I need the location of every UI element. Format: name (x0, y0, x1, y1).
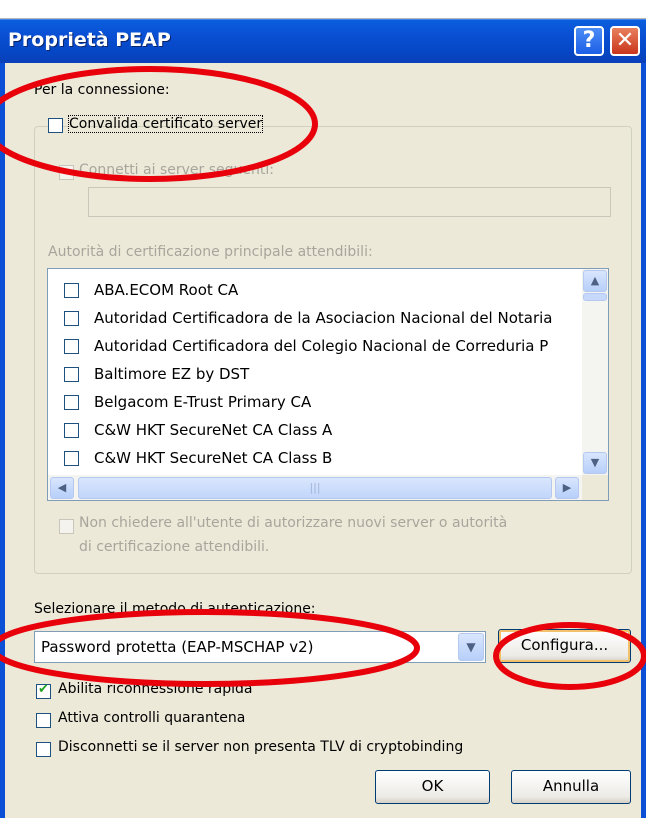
horizontal-scroll-thumb[interactable]: ||| (78, 477, 552, 499)
connect-servers-label: Connetti ai server seguenti: (79, 162, 274, 178)
scrollbar-corner (582, 475, 608, 500)
ca-label: Belgacom E-Trust Primary CA (94, 393, 312, 411)
fast-reconnect-checkbox[interactable] (36, 682, 51, 699)
no-prompt-label-line1: Non chiedere all'utente di autorizzare n… (79, 515, 508, 531)
close-button[interactable]: ✕ (610, 26, 640, 56)
list-item[interactable]: C&W HKT SecureNet CA Class A (48, 417, 583, 445)
ca-label: ABA.ECOM Root CA (94, 281, 239, 299)
ca-checkbox[interactable] (64, 451, 79, 466)
ca-checkbox[interactable] (64, 367, 79, 382)
ca-label: Baltimore EZ by DST (94, 365, 250, 383)
servers-field (88, 187, 611, 217)
scroll-left-button[interactable]: ◀ (50, 477, 74, 499)
chevron-right-icon: ▶ (562, 481, 572, 494)
peap-properties-dialog: Proprietà PEAP ? ✕ Per la connessione: C… (0, 0, 646, 818)
window-frame-left (0, 63, 5, 818)
scroll-right-button[interactable]: ▶ (555, 477, 579, 499)
ok-button-label: OK (421, 777, 444, 795)
trusted-ca-label: Autorità di certificazione principale at… (48, 244, 373, 260)
quarantine-checkbox[interactable] (36, 713, 51, 728)
no-prompt-label-line2: di certificazione attendibili. (79, 539, 270, 555)
close-icon: ✕ (615, 28, 635, 53)
scroll-down-button[interactable]: ▼ (583, 452, 607, 474)
window-title: Proprietà PEAP (8, 29, 171, 51)
no-prompt-checkbox (59, 519, 74, 534)
ca-checkbox[interactable] (64, 283, 79, 298)
title-bar[interactable]: Proprietà PEAP ? ✕ (0, 19, 646, 63)
vertical-scroll-thumb[interactable] (583, 293, 607, 301)
cryptobinding-label[interactable]: Disconnetti se il server non presenta TL… (58, 739, 463, 755)
ca-checkbox[interactable] (64, 339, 79, 354)
ca-label: C&W HKT SecureNet CA Class A (94, 421, 333, 439)
chevron-down-icon: ▼ (590, 456, 600, 469)
window-frame-right (641, 63, 646, 818)
scroll-up-button[interactable]: ▲ (583, 270, 607, 292)
validate-cert-checkbox[interactable] (48, 118, 63, 133)
vertical-scrollbar[interactable]: ▲ ▼ (582, 269, 608, 475)
top-edge (0, 0, 646, 19)
ca-checkbox[interactable] (64, 423, 79, 438)
chevron-up-icon: ▲ (590, 274, 600, 287)
grip-icon: ||| (309, 481, 321, 494)
question-mark-icon: ? (582, 28, 596, 53)
list-item[interactable]: Belgacom E-Trust Primary CA (48, 389, 583, 417)
list-item[interactable]: C&W HKT SecureNet CA Class B (48, 445, 583, 473)
ca-label: Autoridad Certificadora del Colegio Naci… (94, 337, 549, 355)
configure-button[interactable]: Configura... (498, 629, 631, 663)
ca-checkbox[interactable] (64, 311, 79, 326)
list-item[interactable]: Autoridad Certificadora de la Asociacion… (48, 305, 583, 333)
dropdown-button[interactable]: ▼ (458, 633, 484, 661)
chevron-left-icon: ◀ (57, 481, 67, 494)
validate-cert-label[interactable]: Convalida certificato server (67, 115, 264, 133)
ok-button[interactable]: OK (375, 770, 490, 804)
horizontal-scrollbar[interactable]: ◀ ||| ▶ (48, 475, 582, 500)
quarantine-label[interactable]: Attiva controlli quarantena (58, 710, 245, 726)
list-item[interactable]: ABA.ECOM Root CA (48, 277, 583, 305)
ca-label: C&W HKT SecureNet CA Class B (94, 449, 333, 467)
cancel-button-label: Annulla (542, 777, 600, 795)
auth-method-select[interactable]: Password protetta (EAP-MSCHAP v2) ▼ (34, 631, 486, 663)
help-button[interactable]: ? (574, 26, 604, 56)
auth-method-value: Password protetta (EAP-MSCHAP v2) (41, 638, 314, 656)
trusted-ca-list[interactable]: ABA.ECOM Root CA Autoridad Certificadora… (47, 268, 609, 501)
ca-label: Autoridad Certificadora de la Asociacion… (94, 309, 553, 327)
list-item[interactable]: Baltimore EZ by DST (48, 361, 583, 389)
fast-reconnect-label[interactable]: Abilita riconnessione rapida (58, 681, 252, 697)
cancel-button[interactable]: Annulla (511, 770, 631, 804)
connect-servers-checkbox (59, 165, 74, 180)
ca-checkbox[interactable] (64, 395, 79, 410)
connection-section-label: Per la connessione: (34, 82, 170, 98)
configure-button-label: Configura... (520, 636, 609, 654)
cryptobinding-checkbox[interactable] (36, 742, 51, 757)
list-item[interactable]: Autoridad Certificadora del Colegio Naci… (48, 333, 583, 361)
auth-method-label: Selezionare il metodo di autenticazione: (34, 601, 316, 617)
chevron-down-icon: ▼ (466, 640, 476, 654)
